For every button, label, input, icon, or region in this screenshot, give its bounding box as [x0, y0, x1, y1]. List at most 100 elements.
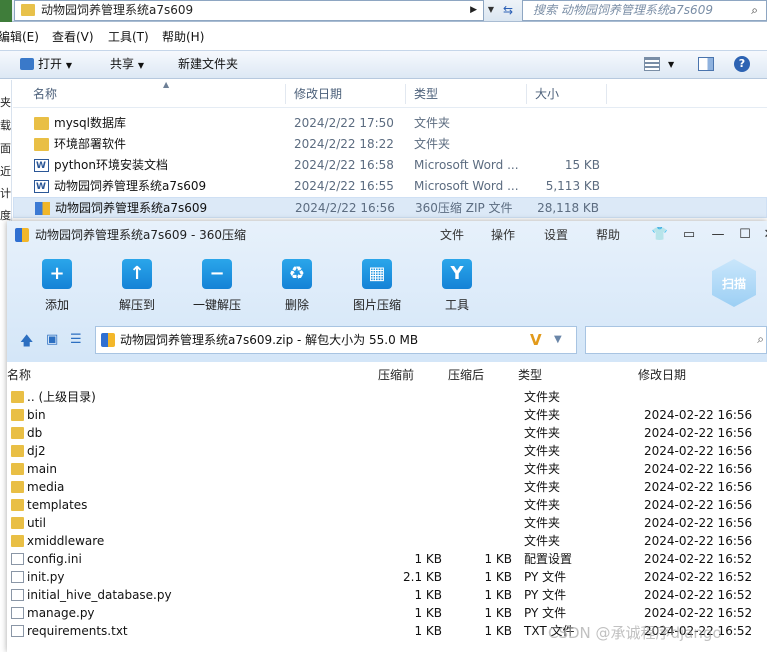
- nav-item[interactable]: 载: [0, 117, 11, 133]
- explorer-menu-bar: 编辑(E) 查看(V) 工具(T) 帮助(H): [0, 26, 767, 48]
- column-date[interactable]: 修改日期: [294, 80, 342, 108]
- file-row[interactable]: 动物园饲养管理系统a7s609 2024/2/22 16:56 360压缩 ZIP …: [13, 197, 767, 218]
- chevron-down-icon: ▼: [137, 61, 144, 70]
- menu-edit[interactable]: 编辑(E): [0, 26, 39, 48]
- delete-button[interactable]: ♻ 删除: [262, 251, 332, 321]
- column-type[interactable]: 类型: [518, 364, 542, 386]
- search-icon[interactable]: ⌕: [751, 1, 758, 20]
- archive-path-label: 动物园饲养管理系统a7s609.zip - 解包大小为 55.0 MB: [120, 333, 419, 347]
- archive-entry-row[interactable]: init.py 2.1 KB 1 KB PY 文件 2024-02-22 16:52: [7, 568, 767, 586]
- menu-operation[interactable]: 操作: [491, 221, 515, 249]
- archive-entry-row[interactable]: db 文件夹 2024-02-22 16:56: [7, 424, 767, 442]
- zip-search-input[interactable]: ⌕: [585, 326, 767, 354]
- view-mode-icon[interactable]: ▣: [46, 332, 58, 347]
- archive-entry-row[interactable]: xmiddleware 文件夹 2024-02-22 16:56: [7, 532, 767, 550]
- archive-entry-row[interactable]: main 文件夹 2024-02-22 16:56: [7, 460, 767, 478]
- column-modified[interactable]: 修改日期: [638, 364, 686, 386]
- open-button[interactable]: 打开 ▼: [20, 51, 72, 79]
- column-name[interactable]: 名称: [33, 80, 57, 108]
- chevron-right-icon[interactable]: ▶: [470, 1, 477, 20]
- explorer-address-bar: 动物园饲养管理系统a7s609 ▶ ▼ ⇆ 搜索 动物园饲养管理系统a7s609…: [0, 0, 767, 22]
- chevron-down-icon[interactable]: ▼: [668, 51, 674, 78]
- explorer-file-list: mysql数据库 2024/2/22 17:50 文件夹 环境部署软件 2024/2/2…: [13, 113, 767, 218]
- archive-entry-row[interactable]: bin 文件夹 2024-02-22 16:56: [7, 406, 767, 424]
- column-size-before[interactable]: 压缩前: [378, 364, 414, 386]
- zip-file-list: 名称 压缩前 压缩后 类型 修改日期 .. (上级目录) 文件夹 bin 文件夹 202…: [7, 362, 767, 652]
- menu-view[interactable]: 查看(V): [52, 26, 94, 48]
- menu-help[interactable]: 帮助(H): [162, 26, 204, 48]
- archive-entry-row[interactable]: initial_hive_database.py 1 KB 1 KB PY 文件 202…: [7, 586, 767, 604]
- image-compress-button[interactable]: ▦ 图片压缩: [342, 251, 412, 321]
- file-name: mysql数据库: [54, 116, 126, 130]
- archive-entry-row[interactable]: manage.py 1 KB 1 KB PY 文件 2024-02-22 16:52: [7, 604, 767, 622]
- archive-entry-row[interactable]: templates 文件夹 2024-02-22 16:56: [7, 496, 767, 514]
- add-button[interactable]: + 添加: [22, 251, 92, 321]
- new-folder-button[interactable]: 新建文件夹: [178, 51, 238, 78]
- up-level-icon[interactable]: 🡅: [20, 332, 33, 354]
- column-size[interactable]: 大小: [535, 80, 559, 108]
- menu-help[interactable]: 帮助: [596, 221, 620, 249]
- verified-icon[interactable]: V: [530, 327, 542, 353]
- file-row[interactable]: 环境部署软件 2024/2/22 18:22 文件夹: [13, 134, 767, 155]
- file-date: 2024/2/22 16:56: [295, 201, 395, 215]
- column-type[interactable]: 类型: [414, 80, 438, 108]
- file-row[interactable]: mysql数据库 2024/2/22 17:50 文件夹: [13, 113, 767, 134]
- nav-item[interactable]: 面: [0, 140, 11, 156]
- skin-icon[interactable]: 👕: [650, 221, 670, 249]
- entry-type: 文件夹: [524, 534, 561, 548]
- column-separator[interactable]: [606, 84, 607, 104]
- file-row[interactable]: 动物园饲养管理系统a7s609 2024/2/22 16:55 Microsoft …: [13, 176, 767, 198]
- tools-button[interactable]: Y 工具: [422, 251, 492, 321]
- scan-button[interactable]: 扫描: [709, 257, 759, 309]
- share-label: 共享: [110, 57, 135, 71]
- view-options-icon[interactable]: [644, 57, 660, 71]
- column-size-after[interactable]: 压缩后: [448, 364, 484, 386]
- file-row[interactable]: python环境安装文档 2024/2/22 16:58 Microsoft Wor…: [13, 155, 767, 177]
- list-view-icon[interactable]: ☰: [70, 332, 82, 347]
- menu-tools[interactable]: 工具(T): [108, 26, 149, 48]
- entry-modified: 2024-02-22 16:56: [644, 534, 753, 548]
- archive-entry-row[interactable]: media 文件夹 2024-02-22 16:56: [7, 478, 767, 496]
- breadcrumb[interactable]: 动物园饲养管理系统a7s609 ▶: [14, 0, 484, 21]
- entry-size-before: 1 KB: [414, 588, 442, 602]
- menu-file[interactable]: 文件: [440, 221, 464, 249]
- menu-settings[interactable]: 设置: [544, 221, 568, 249]
- nav-item[interactable]: 近: [0, 163, 11, 179]
- chevron-down-icon[interactable]: ▼: [554, 327, 562, 353]
- entry-name: .. (上级目录): [27, 390, 96, 404]
- share-button[interactable]: 共享 ▼: [110, 51, 144, 79]
- archive-entry-row[interactable]: util 文件夹 2024-02-22 16:56: [7, 514, 767, 532]
- column-name[interactable]: 名称: [7, 364, 31, 386]
- open-icon: [20, 58, 34, 70]
- preview-pane-icon[interactable]: [698, 57, 714, 71]
- nav-item[interactable]: 计: [0, 185, 11, 201]
- maximize-icon[interactable]: ☐: [735, 221, 755, 249]
- folder-icon: [11, 463, 24, 475]
- search-input[interactable]: 搜索 动物园饲养管理系统a7s609 ⌕: [522, 0, 767, 21]
- close-icon[interactable]: ✕: [759, 221, 767, 249]
- extract-to-button[interactable]: ↑ 解压到: [102, 251, 172, 321]
- navigation-pane: 夹 载 面 近 计 度: [0, 80, 12, 225]
- archive-entry-row[interactable]: config.ini 1 KB 1 KB 配置设置 2024-02-22 16:52: [7, 550, 767, 568]
- column-separator[interactable]: [526, 84, 527, 104]
- entry-size-before: 1 KB: [414, 552, 442, 566]
- archive-entry-row[interactable]: .. (上级目录) 文件夹: [7, 388, 767, 406]
- column-separator[interactable]: [405, 84, 406, 104]
- zip-header: 动物园饲养管理系统a7s609 - 360压缩 文件 操作 设置 帮助 👕 ▭ …: [7, 221, 767, 362]
- entry-type: PY 文件: [524, 588, 567, 602]
- archive-path[interactable]: 动物园饲养管理系统a7s609.zip - 解包大小为 55.0 MB V ▼: [95, 326, 577, 354]
- archive-entry-row[interactable]: dj2 文件夹 2024-02-22 16:56: [7, 442, 767, 460]
- folder-icon: [11, 535, 24, 547]
- open-label: 打开: [38, 57, 63, 71]
- one-click-extract-button[interactable]: − 一键解压: [182, 251, 252, 321]
- nav-item[interactable]: 夹: [0, 94, 11, 110]
- explorer-window: 动物园饲养管理系统a7s609 ▶ ▼ ⇆ 搜索 动物园饲养管理系统a7s609…: [0, 0, 767, 225]
- search-icon[interactable]: ⌕: [757, 332, 764, 347]
- folder-icon: [11, 445, 24, 457]
- feedback-icon[interactable]: ▭: [679, 221, 699, 249]
- refresh-icon[interactable]: ⇆: [497, 0, 519, 21]
- chevron-down-icon[interactable]: ▼: [485, 0, 497, 21]
- minimize-icon[interactable]: —: [708, 221, 728, 249]
- column-separator[interactable]: [285, 84, 286, 104]
- help-icon[interactable]: ?: [734, 56, 750, 72]
